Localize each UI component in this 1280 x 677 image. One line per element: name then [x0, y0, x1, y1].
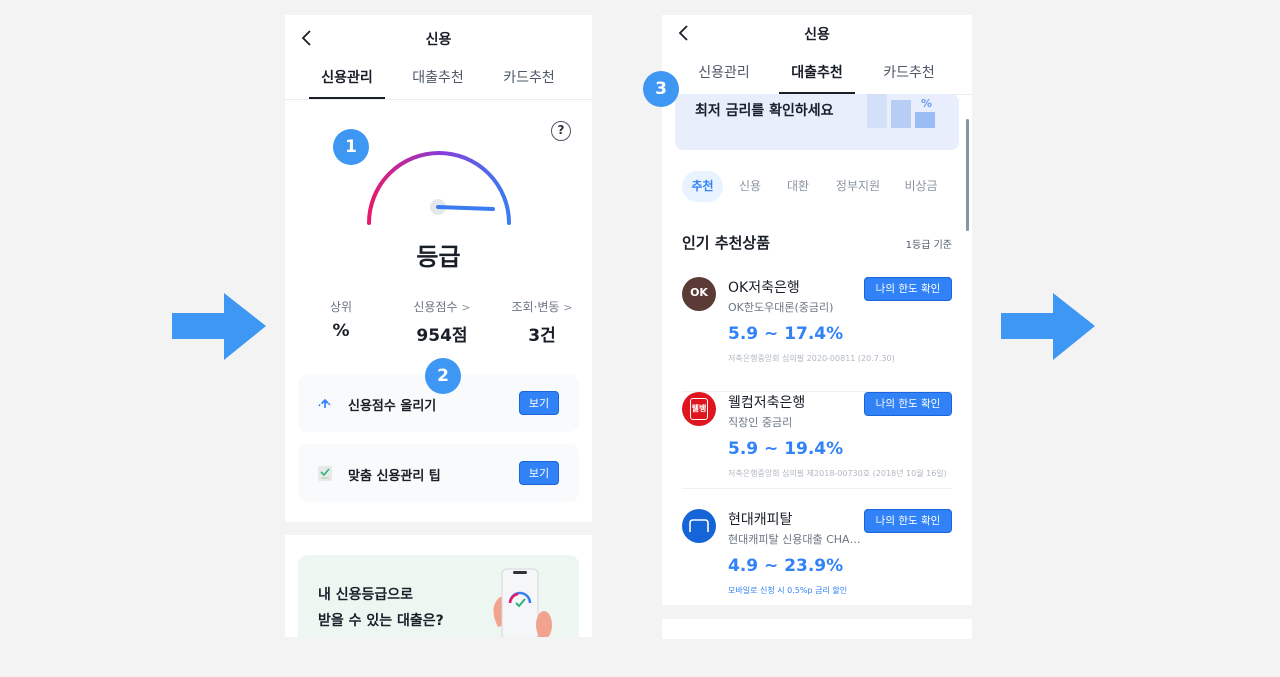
chevron-right-icon: > [461, 301, 471, 314]
checklist-icon [318, 466, 332, 481]
stat-value: % [332, 321, 350, 341]
chip-recommend[interactable]: 추천 [682, 171, 723, 202]
product-item[interactable]: 현대캐피탈 현대캐피탈 신용대출 CHANCE 4.9 ~ 23.9% 모바일로… [682, 509, 952, 599]
card-label: 맞춤 신용관리 팁 [348, 469, 441, 484]
product-name: OK저축은행 [728, 280, 800, 296]
stat-rank: 상위 % [301, 298, 381, 341]
page-title: 신용 [804, 27, 830, 43]
banner-text: 최저 금리를 확인하세요 [695, 103, 834, 119]
welcome-bank-logo-icon: 웰뱅 [682, 392, 716, 426]
chip-government[interactable]: 정부지원 [830, 171, 886, 202]
product-rate: 4.9 ~ 23.9% [728, 556, 844, 576]
check-limit-button[interactable]: 나의 한도 확인 [864, 392, 952, 416]
lowest-rate-banner[interactable]: 최저 금리를 확인하세요 % [675, 94, 959, 150]
section-note: 1등급 기준 [905, 240, 952, 251]
stat-inquiries[interactable]: 조회·변동 > 3건 [502, 298, 582, 346]
stat-label: 신용점수 [413, 300, 458, 314]
page-title: 신용 [425, 32, 452, 48]
tab-card-recommend[interactable]: 카드추천 [871, 62, 947, 94]
loan-promo-banner[interactable]: 내 신용등급으로 받을 수 있는 대출은? [298, 555, 579, 637]
tab-credit-management[interactable]: 신용관리 [309, 67, 385, 99]
check-limit-button[interactable]: 나의 한도 확인 [864, 509, 952, 533]
step-badge-1: 1 [333, 129, 369, 165]
tab-loan-recommend[interactable]: 대출추천 [779, 62, 855, 94]
right-arrow-icon [1001, 293, 1095, 360]
tab-bar: 신용관리 대출추천 카드추천 [285, 67, 592, 100]
stat-credit-score[interactable]: 신용점수 > 954점 [402, 298, 482, 346]
arrow-up-circle-icon [318, 398, 332, 408]
tab-credit-management[interactable]: 신용관리 [686, 62, 762, 94]
product-name: 웰컴저축은행 [728, 395, 806, 411]
scrollbar[interactable] [966, 119, 969, 231]
right-arrow-icon [172, 293, 266, 360]
help-icon[interactable]: ? [551, 121, 571, 141]
step-badge-3: 3 [643, 71, 679, 107]
stat-label: 상위 [329, 300, 353, 314]
stat-label: 조회·변동 [511, 300, 560, 314]
credit-grade: 등급 [416, 243, 461, 271]
loan-promo-section: 내 신용등급으로 받을 수 있는 대출은? [285, 535, 592, 637]
chip-emergency[interactable]: 비상금 [900, 171, 942, 202]
product-rate: 5.9 ~ 17.4% [728, 324, 844, 344]
view-button[interactable]: 보기 [519, 391, 559, 415]
credit-tips-card[interactable]: 맞춤 신용관리 팁 보기 [298, 444, 579, 502]
tab-bar: 신용관리 대출추천 카드추천 [662, 62, 972, 95]
credit-management-screen: 신용 신용관리 대출추천 카드추천 1 ? 등급 상위 % 신용점수 > 954… [285, 15, 592, 522]
step-badge-2: 2 [425, 358, 461, 394]
promo-line-2: 받을 수 있는 대출은? [318, 613, 444, 629]
product-subtitle: 직장인 중금리 [728, 416, 793, 429]
ok-bank-logo-icon: OK [682, 277, 716, 311]
chevron-right-icon: > [563, 301, 573, 314]
percent-symbol: % [921, 97, 933, 110]
phone-in-hand-icon [493, 568, 552, 637]
chip-credit[interactable]: 신용 [734, 171, 766, 202]
check-limit-button[interactable]: 나의 한도 확인 [864, 277, 952, 301]
product-item[interactable]: OK OK저축은행 OK한도우대론(중금리) 5.9 ~ 17.4% 저축은행중… [682, 277, 952, 392]
hyundai-capital-logo-icon [682, 509, 716, 543]
tab-loan-recommend[interactable]: 대출추천 [400, 67, 476, 99]
next-section [662, 619, 972, 639]
product-disclaimer: 모바일로 신청 시 0.5%p 금리 할인 [728, 586, 848, 595]
promo-line-1: 내 신용등급으로 [318, 587, 414, 603]
product-name: 현대캐피탈 [728, 512, 793, 528]
tab-card-recommend[interactable]: 카드추천 [491, 67, 567, 99]
card-label: 신용점수 올리기 [348, 399, 437, 414]
product-subtitle: OK한도우대론(중금리) [728, 301, 834, 314]
credit-gauge [367, 151, 511, 225]
product-item[interactable]: 웰뱅 웰컴저축은행 직장인 중금리 5.9 ~ 19.4% 저축은행중앙회 심의… [682, 392, 952, 489]
product-disclaimer: 저축은행중앙회 심의필 2020-00811 (20.7.30) [728, 354, 895, 363]
chip-refinance[interactable]: 대환 [782, 171, 814, 202]
stat-value: 3건 [528, 326, 556, 346]
loan-recommend-screen: 신용 신용관리 대출추천 카드추천 최저 금리를 확인하세요 % 추천 신용 대… [662, 15, 972, 605]
product-disclaimer: 저축은행중앙회 심의필 제2018-00730호 (2018년 10월 16일) [728, 469, 947, 478]
section-title: 인기 추천상품 [682, 234, 771, 252]
product-subtitle: 현대캐피탈 신용대출 CHANCE [728, 533, 863, 546]
stat-value: 954점 [416, 326, 468, 346]
view-button[interactable]: 보기 [519, 461, 559, 485]
product-rate: 5.9 ~ 19.4% [728, 439, 844, 459]
